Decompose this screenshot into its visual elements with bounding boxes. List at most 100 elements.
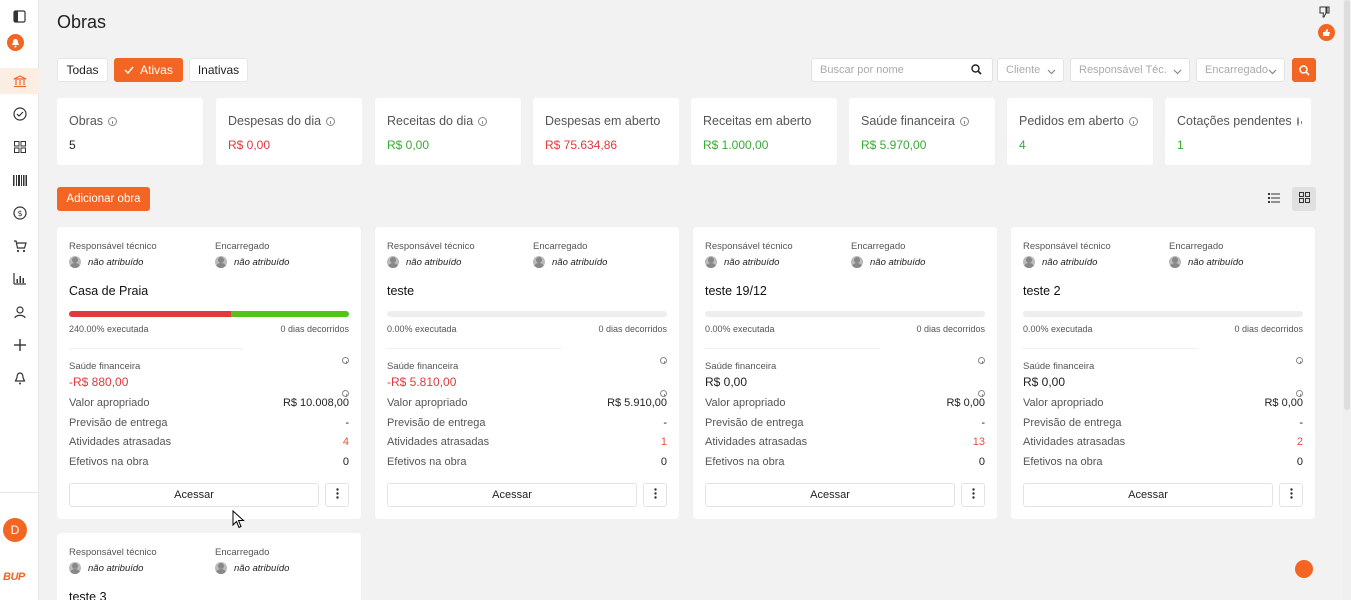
- chart-icon[interactable]: [0, 266, 39, 292]
- person-icon: [851, 256, 863, 268]
- info-icon[interactable]: [978, 357, 985, 364]
- check-circle-icon[interactable]: [0, 101, 39, 127]
- progress-bar: [69, 311, 349, 317]
- filter-active-button[interactable]: Ativas: [114, 58, 183, 82]
- days-text: 0 dias decorridos: [280, 324, 349, 334]
- add-obra-button[interactable]: Adicionar obra: [57, 187, 150, 211]
- kpi-card: Despesas em aberto R$ 75.634,86: [533, 98, 679, 165]
- info-icon[interactable]: [959, 116, 969, 126]
- person-icon: [387, 256, 399, 268]
- info-row: Efetivos na obra 0: [705, 456, 985, 468]
- row-value: -: [345, 417, 349, 429]
- info-icon[interactable]: [1128, 116, 1138, 126]
- more-options-button[interactable]: [325, 483, 349, 507]
- access-button[interactable]: Acessar: [387, 483, 637, 507]
- kpi-label-text: Cotações pendentes: [1177, 114, 1292, 128]
- info-icon[interactable]: [1296, 357, 1303, 364]
- assignee: não atribuído: [705, 256, 779, 268]
- chevron-down-icon: [1268, 66, 1277, 78]
- info-icon[interactable]: [326, 116, 336, 126]
- assignee-name: não atribuído: [870, 256, 926, 268]
- foreman-label: Encarregado: [215, 241, 270, 252]
- kebab-icon: [335, 486, 339, 504]
- client-select[interactable]: Cliente: [997, 58, 1064, 82]
- kpi-label: Obras: [69, 114, 191, 128]
- kpi-label: Receitas em aberto: [703, 114, 825, 128]
- obra-name: teste 3: [69, 590, 107, 600]
- days-text: 0 dias decorridos: [916, 324, 985, 334]
- kebab-icon: [653, 486, 657, 504]
- sidebar-toggle-icon[interactable]: [0, 3, 39, 29]
- health-label: Saúde financeira: [1023, 361, 1095, 372]
- more-options-button[interactable]: [643, 483, 667, 507]
- cart-icon[interactable]: [0, 233, 39, 259]
- filter-inactive-button[interactable]: Inativas: [189, 58, 248, 82]
- days-text: 0 dias decorridos: [1234, 324, 1303, 334]
- foreman-label: Encarregado: [215, 547, 270, 558]
- chevron-down-icon: [1173, 66, 1182, 78]
- dislike-icon[interactable]: [1319, 5, 1330, 23]
- grid-icon[interactable]: [0, 134, 39, 160]
- search-button[interactable]: [1292, 58, 1316, 82]
- plus-icon[interactable]: [0, 332, 39, 358]
- access-button[interactable]: Acessar: [705, 483, 955, 507]
- health-value: R$ 0,00: [1023, 375, 1066, 389]
- info-icon[interactable]: [342, 390, 349, 397]
- assignee: não atribuído: [851, 256, 925, 268]
- grid-view-button[interactable]: [1292, 187, 1316, 211]
- assignee-name: não atribuído: [1188, 256, 1244, 268]
- info-row: Valor apropriado R$ 0,00: [1023, 397, 1303, 409]
- access-button[interactable]: Acessar: [1023, 483, 1273, 507]
- info-row: Atividades atrasadas 2: [1023, 436, 1303, 448]
- info-row: Previsão de entrega -: [69, 417, 349, 429]
- chat-bubble-icon[interactable]: [1295, 560, 1313, 578]
- kpi-label-text: Saúde financeira: [861, 114, 955, 128]
- assignee-name: não atribuído: [552, 256, 608, 268]
- kpi-card: Despesas do dia R$ 0,00: [216, 98, 362, 165]
- info-icon[interactable]: [978, 390, 985, 397]
- user-icon[interactable]: [0, 299, 39, 325]
- search-field[interactable]: [811, 58, 993, 82]
- obra-card: Responsável técnico Encarregado não atribu…: [57, 227, 361, 519]
- info-icon[interactable]: [1296, 390, 1303, 397]
- info-icon[interactable]: [1296, 116, 1303, 126]
- assignee-name: não atribuído: [88, 562, 144, 574]
- info-icon[interactable]: [660, 357, 667, 364]
- page-scrollbar[interactable]: [1343, 0, 1351, 600]
- info-icon[interactable]: [478, 116, 488, 126]
- kebab-icon: [1289, 486, 1293, 504]
- filter-all-button[interactable]: Todas: [57, 58, 108, 82]
- assignee-name: não atribuído: [234, 256, 290, 268]
- info-icon[interactable]: [660, 390, 667, 397]
- bell-icon[interactable]: [0, 365, 39, 391]
- kpi-label: Pedidos em aberto: [1019, 114, 1141, 128]
- list-view-button[interactable]: [1262, 187, 1286, 211]
- tech-select[interactable]: Responsável Téc.: [1070, 58, 1190, 82]
- info-row: Efetivos na obra 0: [1023, 456, 1303, 468]
- assignee-name: não atribuído: [724, 256, 780, 268]
- info-icon[interactable]: [108, 116, 118, 126]
- info-row: Valor apropriado R$ 5.910,00: [387, 397, 667, 409]
- sidebar: $ D BUP: [0, 0, 39, 600]
- obra-name: Casa de Praia: [69, 284, 149, 298]
- more-options-button[interactable]: [961, 483, 985, 507]
- foreman-select[interactable]: Encarregado: [1196, 58, 1285, 82]
- search-icon[interactable]: [971, 64, 982, 78]
- barcode-icon[interactable]: [0, 167, 39, 193]
- user-avatar[interactable]: D: [3, 518, 27, 542]
- bank-icon[interactable]: [0, 68, 39, 94]
- info-icon[interactable]: [342, 357, 349, 364]
- assignee-name: não atribuído: [1042, 256, 1098, 268]
- kpi-value: R$ 1.000,00: [703, 138, 769, 152]
- access-button[interactable]: Acessar: [69, 483, 319, 507]
- health-label: Saúde financeira: [705, 361, 777, 372]
- notification-bell-icon[interactable]: [7, 34, 24, 51]
- dollar-icon[interactable]: $: [0, 200, 39, 226]
- scrollbar-thumb[interactable]: [1344, 0, 1350, 410]
- executed-text: 240.00% executada: [69, 324, 149, 334]
- like-icon[interactable]: [1318, 24, 1335, 41]
- more-options-button[interactable]: [1279, 483, 1303, 507]
- obra-card: Responsável técnico Encarregado não atribu…: [1011, 227, 1315, 519]
- info-row: Efetivos na obra 0: [69, 456, 349, 468]
- search-input[interactable]: [820, 64, 960, 76]
